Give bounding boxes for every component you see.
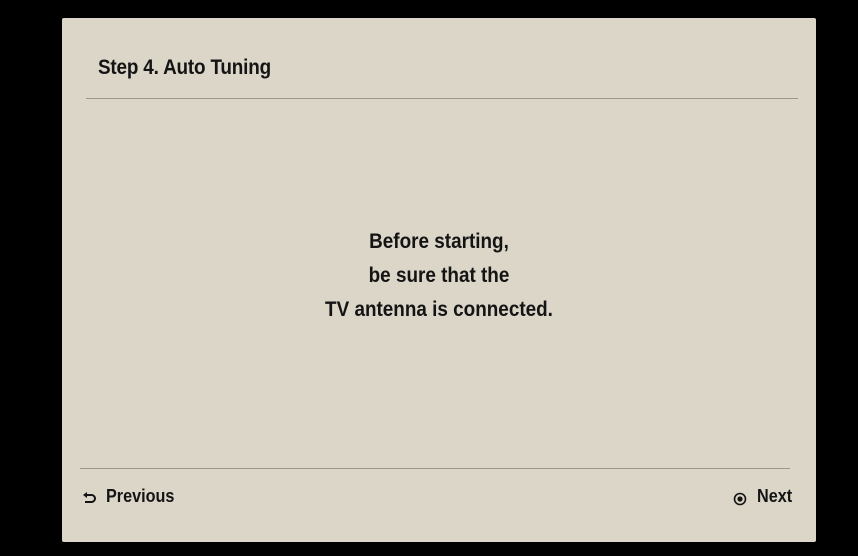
footer-divider [80, 468, 790, 469]
message-line: be sure that the [368, 264, 510, 287]
message-line: TV antenna is connected. [325, 298, 553, 321]
setup-dialog: Step 4. Auto Tuning Before starting, be … [62, 18, 816, 542]
next-button[interactable]: Next [733, 486, 796, 507]
dialog-title: Step 4. Auto Tuning [98, 56, 271, 79]
ok-button-icon [733, 490, 747, 505]
tv-screen: Step 4. Auto Tuning Before starting, be … [0, 0, 858, 556]
previous-button[interactable]: Previous [82, 486, 182, 507]
previous-label: Previous [106, 486, 175, 506]
instruction-message: Before starting, be sure that the TV ant… [62, 225, 816, 327]
message-line: Before starting, [369, 230, 509, 253]
title-divider [86, 98, 798, 99]
return-arrow-icon [82, 490, 96, 504]
next-label: Next [756, 486, 793, 506]
